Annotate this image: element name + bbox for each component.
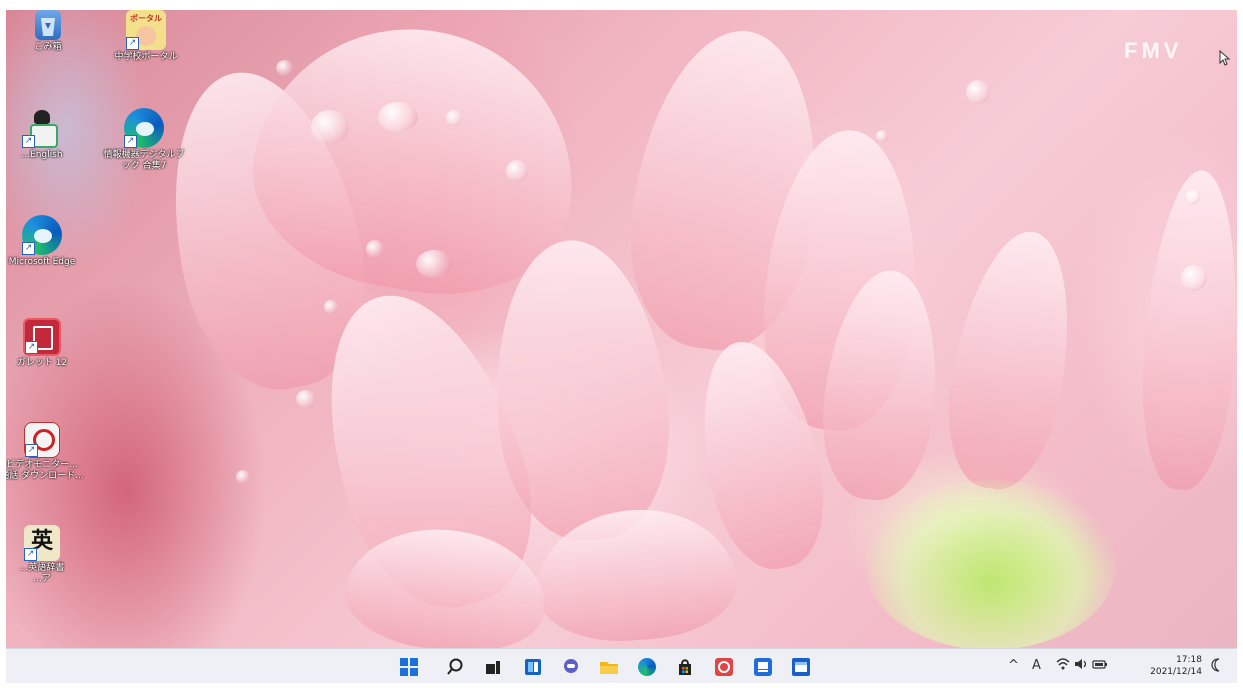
character-head-icon [34,110,50,124]
taskbar-task-view-button[interactable] [480,654,506,680]
wallpaper-petal [1134,167,1237,493]
water-drop [378,102,418,132]
portal-icon-text: ポータル [130,14,162,23]
desktop-icon-english-app[interactable]: ↗ ...English [6,108,84,161]
wallpaper [6,10,1237,661]
store-icon [679,659,691,675]
app-12-icon: ↗ [23,318,61,356]
water-drop [324,300,338,314]
app-circle-icon [715,658,733,676]
taskbar-widgets-button[interactable] [520,654,546,680]
taskbar-store-button[interactable] [672,654,698,680]
desktop-icon-digital-book[interactable]: ↗ 情報機器デジタルブ ック 合集7 [102,108,186,172]
wifi-icon [1056,658,1070,670]
shortcut-arrow-icon: ↗ [25,341,38,354]
shortcut-arrow-icon: ↗ [24,548,37,561]
widgets-icon [525,659,541,675]
app-window-icon [792,658,810,676]
desktop-screen: FMV ごみ箱 ポータル ↗ 中学校ポータル ↗ ...English ↗ 情報… [6,10,1237,683]
shortcut-arrow-icon: ↗ [126,37,139,50]
shortcut-arrow-icon: ↗ [22,135,35,148]
taskbar-search-button[interactable] [442,654,468,680]
water-drop [446,110,462,126]
clock-date: 2021/12/14 [1150,667,1202,677]
chat-icon [564,659,578,673]
task-view-icon [486,661,500,674]
shortcut-arrow-icon: ↗ [25,444,38,457]
edge-icon [638,658,656,676]
network-volume-group[interactable] [1056,657,1108,675]
desktop-icon-label: 情報機器デジタルブ ック 合集7 [103,150,185,171]
taskbar-app-blue-button[interactable] [750,654,776,680]
water-drop [416,250,452,278]
clock-time: 17:18 [1176,655,1202,665]
edge-digital-book-icon: ↗ [124,108,164,148]
system-tray: ^ A 17:18 2021/12/14 [1002,649,1237,683]
folder-icon [600,662,618,674]
desktop-icon-label: ガレット 12 [16,358,68,368]
wallpaper-flower-center [866,480,1116,650]
recycle-bin-icon [35,10,61,40]
water-drop [966,80,990,104]
desktop-icon-label: 中学校ポータル [114,52,178,62]
wallpaper-petal [934,222,1088,498]
water-drop [311,110,349,144]
desktop-icon-label: ごみ箱 [34,42,62,52]
desktop-icon-label: ビデオモニター... 通話 ダウンロード... [6,460,84,481]
water-drop [506,160,528,182]
desktop-icon-label: Microsoft Edge [8,257,76,267]
desktop-icon-download-app[interactable]: ↗ ビデオモニター... 通話 ダウンロード... [6,422,84,482]
edge-swirl-icon [34,229,52,243]
fmv-brand-logo: FMV [1124,38,1183,63]
desktop-icon-recycle-bin[interactable]: ごみ箱 [6,10,90,53]
edge-icon: ↗ [22,215,62,255]
volume-icon [1075,659,1087,669]
taskbar-edge-button[interactable] [634,654,660,680]
windows-start-icon [400,658,418,676]
english-app-icon: ↗ [22,108,62,148]
edge-swirl-icon [136,122,154,136]
water-drop [876,130,888,142]
portal-icon: ポータル ↗ [126,10,166,50]
water-drop [1181,265,1207,291]
show-hidden-icons-button[interactable]: ^ [1008,658,1019,673]
water-drop [1186,190,1200,204]
search-icon [447,658,463,675]
taskbar-file-explorer-button[interactable] [596,654,622,680]
taskbar-app-window-button[interactable] [788,654,814,680]
notification-moon-icon [1211,658,1220,672]
desktop-icon-portal[interactable]: ポータル ↗ 中学校ポータル [104,10,188,63]
mouse-cursor-icon [1219,50,1231,66]
taskbar-chat-button[interactable] [558,654,584,680]
app-blue-icon [754,658,772,676]
water-drop [296,390,316,408]
notifications-button[interactable] [1210,657,1224,677]
download-app-icon: ↗ [24,422,60,458]
desktop-icon-app-12[interactable]: ↗ ガレット 12 [6,318,84,369]
shortcut-arrow-icon: ↗ [22,242,35,255]
water-drop [276,60,294,76]
taskbar: ^ A 17:18 2021/12/14 [6,648,1237,683]
ime-mode-indicator[interactable]: A [1032,658,1041,673]
clock[interactable]: 17:18 2021/12/14 [1138,654,1202,678]
taskbar-app-circle-button[interactable] [711,654,737,680]
desktop-icon-label: ...English [21,150,63,160]
desktop-icon-label: ...英語辞書 ...ア [19,563,65,584]
desktop-icon-english-dictionary[interactable]: 英 ↗ ...英語辞書 ...ア [6,525,84,585]
desktop-icon-edge[interactable]: ↗ Microsoft Edge [6,215,84,268]
battery-icon [1092,660,1108,669]
water-drop [236,470,250,484]
portal-figure-icon [136,26,156,46]
water-drop [366,240,384,258]
taskbar-start-button[interactable] [396,654,422,680]
shortcut-arrow-icon: ↗ [124,135,137,148]
english-dictionary-icon: 英 ↗ [24,525,60,561]
